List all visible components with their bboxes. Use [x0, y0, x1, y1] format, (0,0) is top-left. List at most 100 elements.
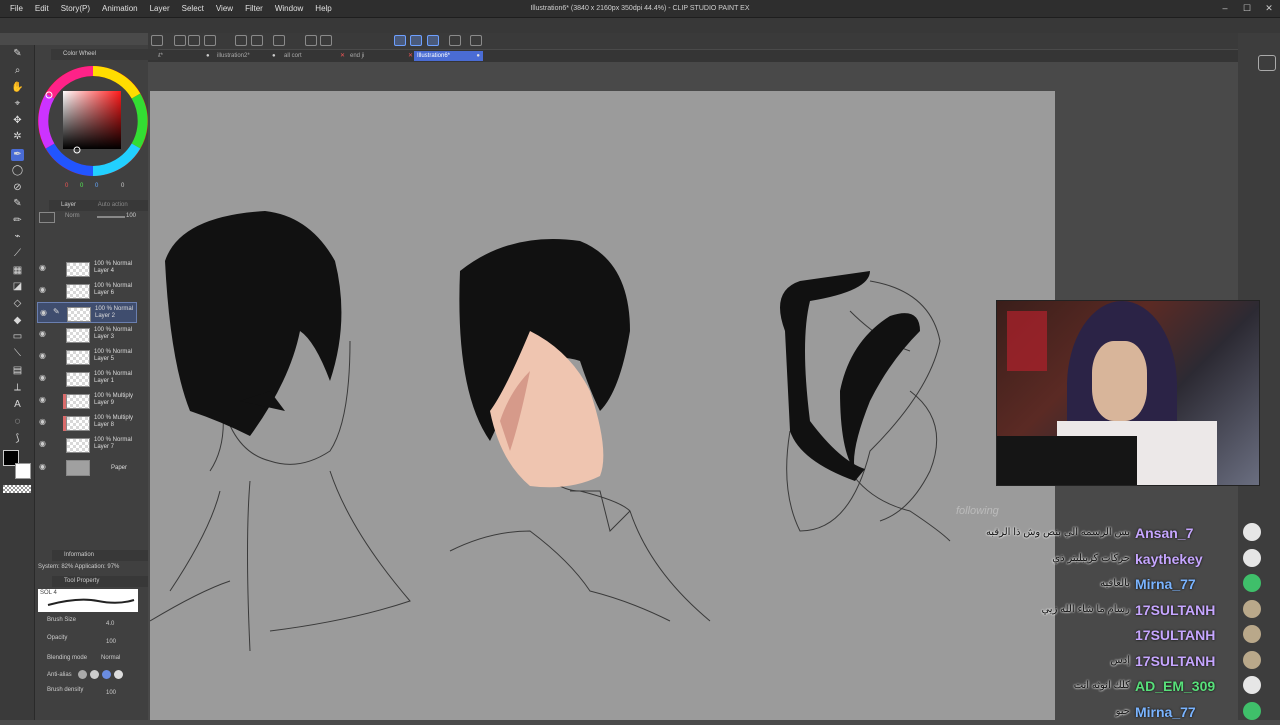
streamer-face: [1092, 341, 1147, 421]
snap-special-ruler-icon[interactable]: [410, 35, 422, 46]
layer-row[interactable]: ◉ 100 % Normal Layer 7: [37, 434, 137, 455]
eye-icon[interactable]: ◉: [39, 330, 46, 338]
settings-icon[interactable]: [470, 35, 482, 46]
menu-item-file[interactable]: File: [4, 0, 29, 17]
eye-icon[interactable]: ◉: [39, 440, 46, 448]
antialias-options[interactable]: [78, 670, 130, 680]
companion-icon[interactable]: [1258, 55, 1276, 71]
eye-icon[interactable]: ◉: [40, 309, 47, 317]
brush-size-value[interactable]: 4.0: [106, 621, 114, 627]
blending-mode-select[interactable]: Normal: [101, 655, 120, 661]
layer-row[interactable]: ◉ 100 % Normal Layer 3: [37, 324, 137, 345]
layer-row[interactable]: ◉ ✎ 100 % Normal Layer 2: [37, 302, 137, 323]
blend-icon[interactable]: ◪: [11, 281, 24, 293]
tab-illustration6[interactable]: Illustration6* ●: [414, 51, 483, 61]
color-wheel[interactable]: [37, 65, 149, 177]
menu-item-animation[interactable]: Animation: [96, 0, 144, 17]
airbrush-icon[interactable]: ⟋: [11, 248, 24, 260]
layer-row[interactable]: ◉ 100 % Multiply Layer 9: [37, 390, 137, 411]
blend-mode-select[interactable]: Norm: [65, 213, 80, 219]
hand-icon[interactable]: ✋: [11, 82, 24, 94]
menu-item-view[interactable]: View: [210, 0, 239, 17]
pen-icon[interactable]: ✎: [11, 198, 24, 210]
brush-icon[interactable]: ⌁: [11, 231, 24, 243]
lasso-icon[interactable]: ◯: [11, 165, 24, 177]
eye-icon[interactable]: ◉: [39, 463, 46, 471]
auto-action-tab-label[interactable]: Auto action: [98, 202, 128, 208]
menu-item-help[interactable]: Help: [309, 0, 337, 17]
correct-line-icon[interactable]: ⟆: [11, 433, 24, 445]
pencil-icon[interactable]: ✏: [11, 215, 24, 227]
layer-tab-label[interactable]: Layer: [61, 202, 76, 208]
window-controls: – ☐ ✕: [1214, 0, 1280, 17]
zoom-icon[interactable]: ⌕: [11, 65, 24, 77]
menu-item-select[interactable]: Select: [176, 0, 210, 17]
move-layer-icon[interactable]: ✥: [11, 115, 24, 127]
layer-row[interactable]: ◉ 100 % Normal Layer 1: [37, 368, 137, 389]
antialias-none-icon[interactable]: [78, 670, 87, 679]
menu-item-storyp[interactable]: Story(P): [55, 0, 96, 17]
snap-grid-icon[interactable]: [427, 35, 439, 46]
layer-property-icon[interactable]: [39, 212, 55, 223]
menu-item-window[interactable]: Window: [269, 0, 309, 17]
layer-row[interactable]: ◉ 100 % Normal Layer 6: [37, 280, 137, 301]
maximize-button[interactable]: ☐: [1236, 0, 1258, 17]
layer-row[interactable]: ◉ 100 % Normal Layer 5: [37, 346, 137, 367]
eraser-icon[interactable]: ◇: [11, 298, 24, 310]
tab-end-ji[interactable]: end ji ✕: [347, 51, 416, 61]
redo-icon[interactable]: [251, 35, 263, 46]
decoration-icon[interactable]: ▦: [11, 265, 24, 277]
eye-icon[interactable]: ◉: [39, 286, 46, 294]
clear-icon[interactable]: [273, 35, 285, 46]
close-button[interactable]: ✕: [1258, 0, 1280, 17]
close-tab-icon[interactable]: ✕: [408, 51, 413, 61]
open-file-icon[interactable]: [188, 35, 200, 46]
eye-icon[interactable]: ◉: [39, 352, 46, 360]
selection-icon[interactable]: ✲: [11, 131, 24, 143]
drawing-canvas[interactable]: [149, 91, 1055, 720]
transparent-color-swatch[interactable]: [3, 485, 31, 493]
eye-icon[interactable]: ◉: [39, 374, 46, 382]
tab-all-cort[interactable]: ● all cort ✕: [272, 51, 348, 61]
layer-row[interactable]: ◉ 100 % Normal Layer 4: [37, 258, 137, 279]
menu-item-filter[interactable]: Filter: [239, 0, 269, 17]
menu-item-edit[interactable]: Edit: [29, 0, 55, 17]
undo-icon[interactable]: [235, 35, 247, 46]
close-tab-icon[interactable]: ✕: [340, 51, 345, 61]
balloon-icon[interactable]: ◌: [11, 416, 24, 428]
figure-icon[interactable]: ⟍: [11, 348, 24, 360]
operation-icon[interactable]: ⌖: [11, 98, 24, 110]
layer-opacity-value[interactable]: 100: [126, 213, 136, 219]
opacity-value[interactable]: 100: [106, 639, 116, 645]
close-tab-icon[interactable]: ●: [476, 51, 480, 61]
layer-row[interactable]: ◉ 100 % Multiply Layer 8: [37, 412, 137, 433]
text-icon[interactable]: A: [11, 399, 24, 411]
gradient-icon[interactable]: ▭: [11, 331, 24, 343]
brush-density-value[interactable]: 100: [106, 690, 116, 696]
antialias-strong-icon[interactable]: [114, 670, 123, 679]
pen-tool-icon[interactable]: ✒: [11, 149, 24, 161]
navigator-icon[interactable]: [151, 35, 163, 46]
transform-icon[interactable]: [305, 35, 317, 46]
antialias-weak-icon[interactable]: [90, 670, 99, 679]
eyedropper-icon[interactable]: ⊘: [11, 182, 24, 194]
antialias-medium-icon[interactable]: [102, 670, 111, 679]
ruler-icon[interactable]: ⟂: [11, 382, 24, 394]
menu-item-layer[interactable]: Layer: [144, 0, 176, 17]
material-icon[interactable]: [449, 35, 461, 46]
fill-icon[interactable]: ◆: [11, 315, 24, 327]
eye-icon[interactable]: ◉: [39, 396, 46, 404]
layer-name: Layer 7: [94, 444, 115, 450]
crop-icon[interactable]: [320, 35, 332, 46]
new-file-icon[interactable]: [174, 35, 186, 46]
frame-icon[interactable]: ▤: [11, 365, 24, 377]
sub-color-swatch[interactable]: [15, 463, 31, 479]
pen-pressure-icon[interactable]: ✎: [11, 48, 24, 60]
save-icon[interactable]: [204, 35, 216, 46]
snap-ruler-icon[interactable]: [394, 35, 406, 46]
opacity-slider[interactable]: [97, 216, 125, 218]
minimize-button[interactable]: –: [1214, 0, 1236, 17]
paper-layer[interactable]: ◉ Paper: [37, 457, 137, 478]
eye-icon[interactable]: ◉: [39, 264, 46, 272]
eye-icon[interactable]: ◉: [39, 418, 46, 426]
